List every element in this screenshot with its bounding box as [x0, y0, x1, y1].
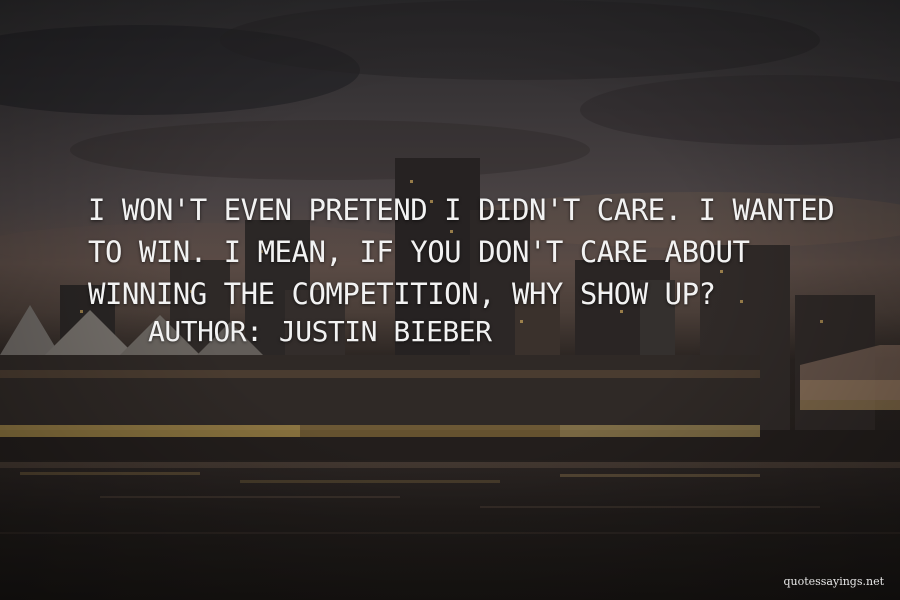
- quote-text: I won't even pretend I didn't care. I wa…: [88, 193, 835, 311]
- site-watermark: quotessayings.net: [783, 575, 884, 588]
- quote-image: I won't even pretend I didn't care. I wa…: [0, 0, 900, 600]
- author-name: Justin Bieber: [278, 315, 492, 348]
- quote-author: Author: Justin Bieber: [148, 312, 492, 352]
- author-prefix: Author:: [148, 315, 279, 348]
